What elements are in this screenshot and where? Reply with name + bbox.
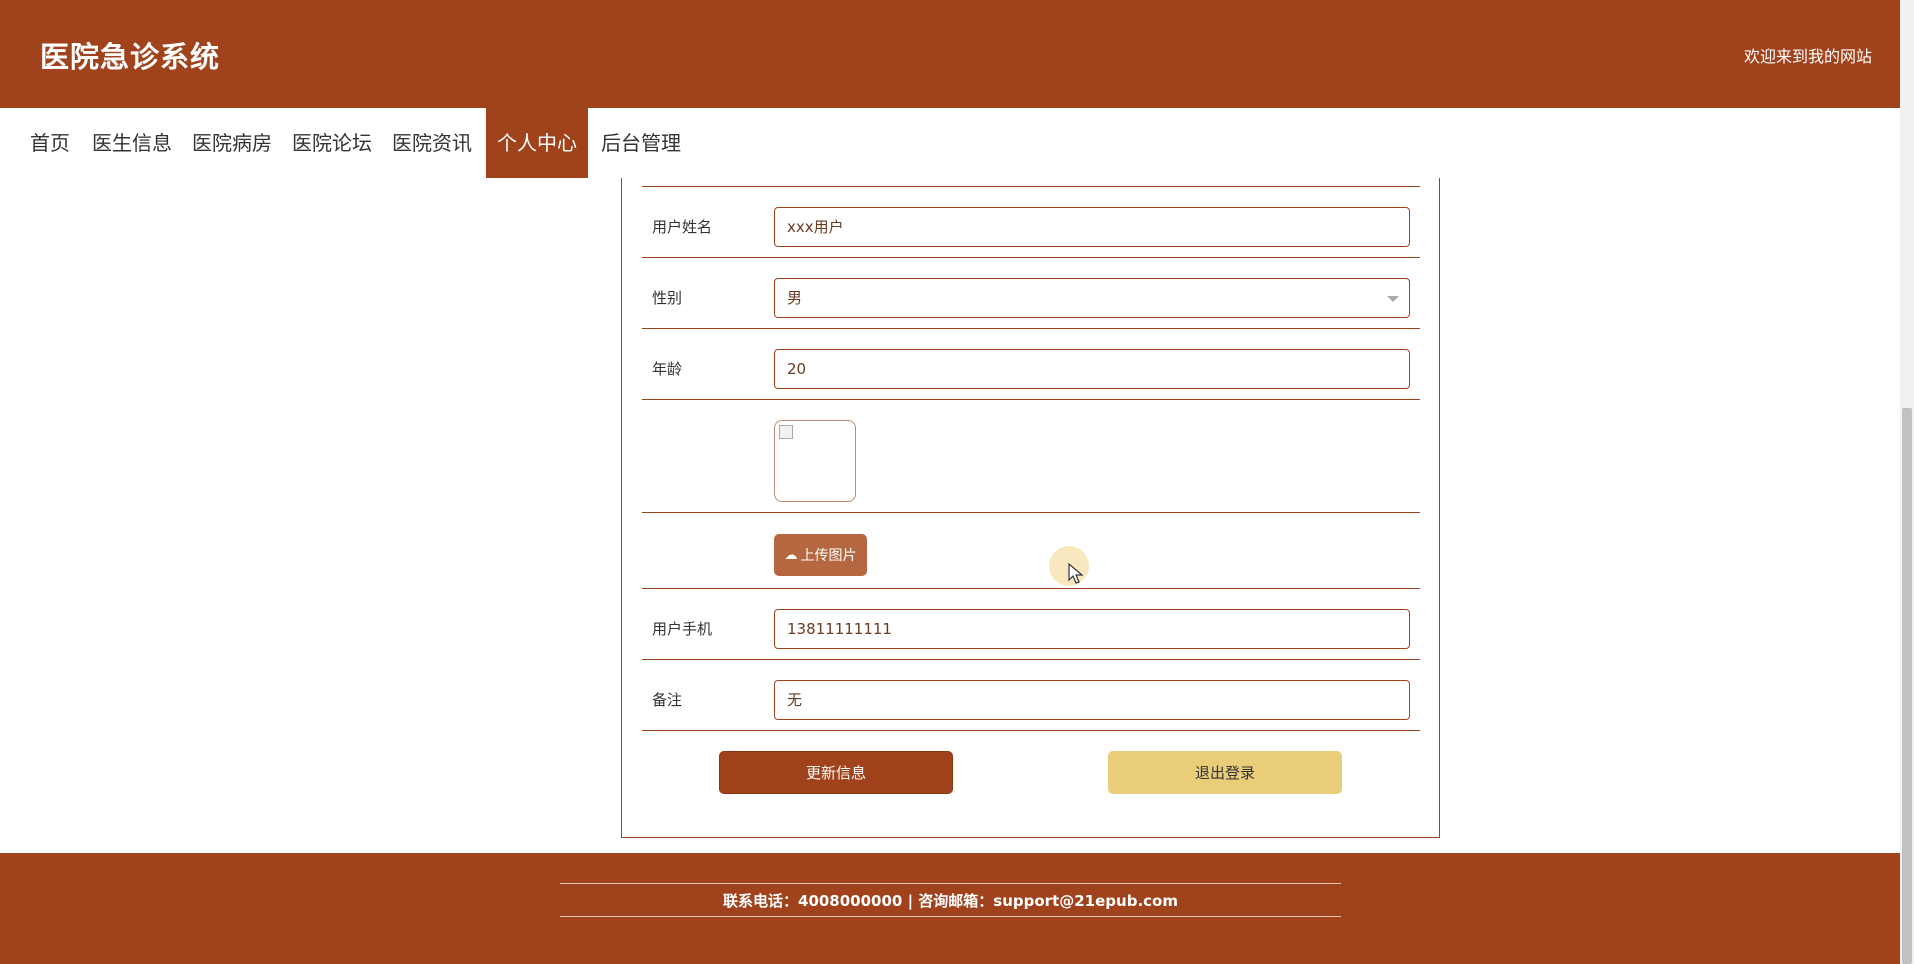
row-divider	[642, 186, 1420, 187]
row-divider	[642, 512, 1420, 513]
row-divider	[642, 730, 1420, 731]
chevron-down-icon	[1387, 296, 1399, 302]
remark-input[interactable]: 无	[774, 680, 1410, 720]
site-header: 医院急诊系统 欢迎来到我的网站	[0, 0, 1900, 108]
name-label: 用户姓名	[652, 218, 713, 236]
footer-divider-bottom	[560, 916, 1341, 917]
nav-item-wards[interactable]: 医院病房	[188, 108, 276, 178]
row-divider	[642, 399, 1420, 400]
logout-button[interactable]: 退出登录	[1108, 751, 1342, 794]
row-divider	[642, 257, 1420, 258]
scrollbar-thumb[interactable]	[1902, 408, 1912, 964]
site-title[interactable]: 医院急诊系统	[40, 34, 220, 76]
phone-input[interactable]: 13811111111	[774, 609, 1410, 649]
mouse-cursor-icon	[1068, 563, 1084, 584]
nav-item-home[interactable]: 首页	[18, 108, 82, 178]
age-input[interactable]: 20	[774, 349, 1410, 389]
update-info-button[interactable]: 更新信息	[719, 751, 953, 794]
row-divider	[642, 659, 1420, 660]
profile-panel	[621, 178, 1440, 838]
upload-button-label: 上传图片	[800, 548, 857, 564]
upload-image-button[interactable]: ☁ 上传图片	[774, 534, 867, 576]
remark-label: 备注	[652, 691, 683, 709]
page-scrollbar[interactable]	[1900, 0, 1914, 964]
nav-item-news[interactable]: 医院资讯	[388, 108, 476, 178]
nav-item-personal-center[interactable]: 个人中心	[486, 108, 588, 178]
main-nav: 首页 医生信息 医院病房 医院论坛 医院资讯 个人中心 后台管理	[0, 108, 1900, 178]
broken-image-icon	[779, 425, 793, 439]
row-divider	[642, 588, 1420, 589]
footer-contact: 联系电话：4008000000 | 咨询邮箱：support@21epub.co…	[723, 892, 1178, 910]
nav-item-forum[interactable]: 医院论坛	[288, 108, 376, 178]
nav-item-doctors[interactable]: 医生信息	[88, 108, 176, 178]
footer-divider-top	[560, 883, 1341, 884]
avatar-preview	[774, 420, 856, 502]
cloud-upload-icon: ☁	[784, 547, 798, 563]
row-divider	[642, 328, 1420, 329]
phone-label: 用户手机	[652, 620, 713, 638]
nav-item-admin[interactable]: 后台管理	[594, 108, 688, 178]
gender-selected-value: 男	[787, 289, 803, 307]
gender-select[interactable]: 男	[774, 278, 1410, 318]
name-input[interactable]: xxx用户	[774, 207, 1410, 247]
welcome-text: 欢迎来到我的网站	[1743, 47, 1872, 66]
gender-label: 性别	[652, 289, 683, 307]
age-label: 年龄	[652, 360, 683, 378]
